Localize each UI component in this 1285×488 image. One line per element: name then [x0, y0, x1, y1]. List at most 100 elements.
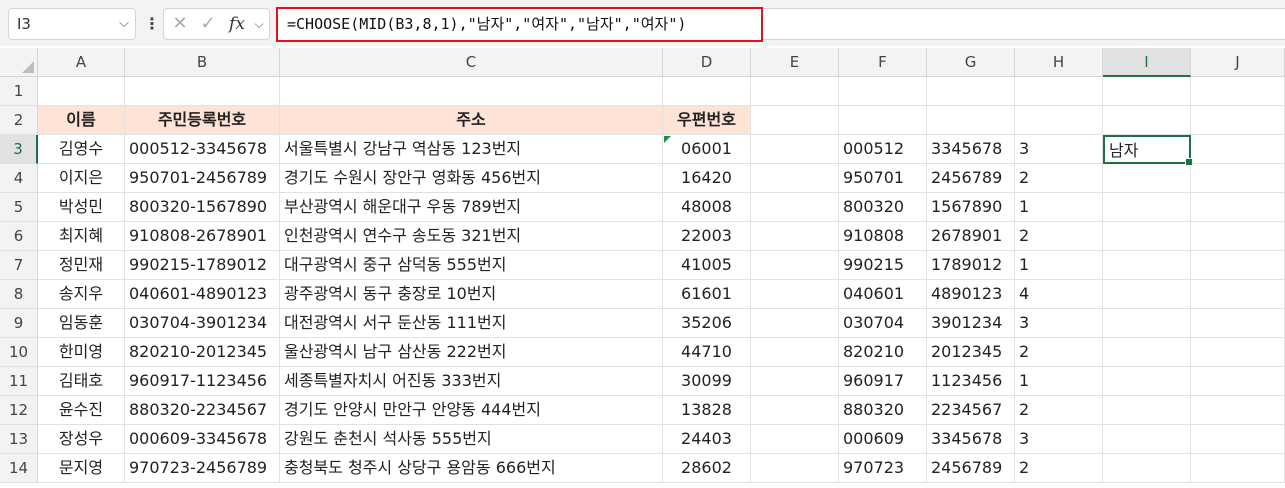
row-header-14[interactable]: 14 [0, 454, 38, 483]
cell-name[interactable]: 정민재 [38, 251, 125, 280]
row-header-13[interactable]: 13 [0, 425, 38, 454]
column-header-e[interactable]: E [751, 48, 839, 77]
cell-id-tail[interactable]: 3901234 [927, 309, 1015, 338]
row-header-8[interactable]: 8 [0, 280, 38, 309]
row-header-1[interactable]: 1 [0, 77, 38, 106]
grid-cell[interactable] [751, 367, 839, 396]
cell-zip[interactable]: 44710 [663, 338, 751, 367]
cell-rrn[interactable]: 030704-3901234 [125, 309, 280, 338]
cell-zip[interactable]: 41005 [663, 251, 751, 280]
cell-rrn[interactable]: 910808-2678901 [125, 222, 280, 251]
row-header-5[interactable]: 5 [0, 193, 38, 222]
cell-id-tail[interactable]: 2456789 [927, 164, 1015, 193]
column-header-j[interactable]: J [1191, 48, 1285, 77]
cell-birth[interactable]: 950701 [839, 164, 927, 193]
cell-name[interactable]: 최지혜 [38, 222, 125, 251]
cell-rrn[interactable]: 950701-2456789 [125, 164, 280, 193]
header-rrn[interactable]: 주민등록번호 [125, 106, 280, 135]
cell-name[interactable]: 문지영 [38, 454, 125, 483]
grid-cell[interactable] [1191, 338, 1285, 367]
cell-address[interactable]: 인천광역시 연수구 송도동 321번지 [280, 222, 663, 251]
cell-rrn[interactable]: 820210-2012345 [125, 338, 280, 367]
formula-input-area[interactable] [763, 8, 1285, 40]
cell-zip[interactable]: 35206 [663, 309, 751, 338]
cell-gender-digit[interactable]: 1 [1015, 193, 1103, 222]
cell-gender-digit[interactable]: 2 [1015, 454, 1103, 483]
cell-address[interactable]: 부산광역시 해운대구 우동 789번지 [280, 193, 663, 222]
cell-birth[interactable]: 970723 [839, 454, 927, 483]
grid-cell[interactable] [1191, 309, 1285, 338]
cell-id-tail[interactable]: 3345678 [927, 135, 1015, 164]
cell-birth[interactable]: 040601 [839, 280, 927, 309]
grid-cell[interactable] [38, 77, 125, 106]
select-all-button[interactable] [0, 48, 38, 77]
grid-cell[interactable] [751, 106, 839, 135]
cell-rrn[interactable]: 040601-4890123 [125, 280, 280, 309]
grid-cell[interactable] [751, 280, 839, 309]
cell-birth[interactable]: 910808 [839, 222, 927, 251]
cell-name[interactable]: 송지우 [38, 280, 125, 309]
cell-address[interactable]: 대전광역시 서구 둔산동 111번지 [280, 309, 663, 338]
row-header-9[interactable]: 9 [0, 309, 38, 338]
cell-gender-digit[interactable]: 2 [1015, 164, 1103, 193]
grid-cell[interactable] [1015, 77, 1103, 106]
cell-name[interactable]: 장성우 [38, 425, 125, 454]
grid-cell[interactable] [1103, 280, 1191, 309]
header-zip[interactable]: 우편번호 [663, 106, 751, 135]
grid-cell[interactable] [1103, 106, 1191, 135]
cell-address[interactable]: 경기도 수원시 장안구 영화동 456번지 [280, 164, 663, 193]
cell-rrn[interactable]: 800320-1567890 [125, 193, 280, 222]
header-name[interactable]: 이름 [38, 106, 125, 135]
grid-cell[interactable] [1103, 396, 1191, 425]
cell-id-tail[interactable]: 2456789 [927, 454, 1015, 483]
grid-cell[interactable] [1103, 425, 1191, 454]
column-header-c[interactable]: C [280, 48, 663, 77]
cell-address[interactable]: 경기도 안양시 만안구 안양동 444번지 [280, 396, 663, 425]
cell-zip[interactable]: 48008 [663, 193, 751, 222]
row-header-11[interactable]: 11 [0, 367, 38, 396]
row-header-7[interactable]: 7 [0, 251, 38, 280]
grid-cell[interactable] [1103, 164, 1191, 193]
grid-cell[interactable] [1191, 77, 1285, 106]
cell-gender-digit[interactable]: 3 [1015, 135, 1103, 164]
column-header-a[interactable]: A [38, 48, 125, 77]
grid-cell[interactable] [1191, 280, 1285, 309]
grid-cell[interactable] [1191, 222, 1285, 251]
cell-birth[interactable]: 990215 [839, 251, 927, 280]
grid-cell[interactable] [1191, 193, 1285, 222]
cell-zip[interactable]: 30099 [663, 367, 751, 396]
grid-cell[interactable] [1103, 338, 1191, 367]
cell-address[interactable]: 대구광역시 중구 삼덕동 555번지 [280, 251, 663, 280]
cell-gender-digit[interactable]: 3 [1015, 309, 1103, 338]
grid-cell[interactable] [751, 251, 839, 280]
grid-cell[interactable] [751, 164, 839, 193]
column-header-d[interactable]: D [663, 48, 751, 77]
cell-id-tail[interactable]: 1123456 [927, 367, 1015, 396]
name-box[interactable]: I3 ⌵ [8, 8, 136, 40]
cell-gender-digit[interactable]: 1 [1015, 367, 1103, 396]
cell-address[interactable]: 서울특별시 강남구 역삼동 123번지 [280, 135, 663, 164]
cell-birth[interactable]: 000609 [839, 425, 927, 454]
grid-cell[interactable] [280, 77, 663, 106]
grid-cell[interactable] [839, 77, 927, 106]
cell-rrn[interactable]: 970723-2456789 [125, 454, 280, 483]
cell-birth[interactable]: 800320 [839, 193, 927, 222]
active-cell-gender[interactable]: 남자 [1103, 135, 1193, 166]
insert-function-icon[interactable]: fx [224, 9, 250, 39]
row-header-2[interactable]: 2 [0, 106, 38, 135]
cell-rrn[interactable]: 000609-3345678 [125, 425, 280, 454]
grid-cell[interactable] [1191, 396, 1285, 425]
cell-zip[interactable]: 06001 [663, 135, 751, 164]
cell-address[interactable]: 강원도 춘천시 석사동 555번지 [280, 425, 663, 454]
cell-rrn[interactable]: 960917-1123456 [125, 367, 280, 396]
grid-cell[interactable] [751, 454, 839, 483]
cell-rrn[interactable]: 880320-2234567 [125, 396, 280, 425]
cancel-icon[interactable]: ✕ [168, 9, 192, 39]
check-icon[interactable]: ✓ [196, 9, 220, 39]
grid-cell[interactable] [751, 222, 839, 251]
cell-zip[interactable]: 13828 [663, 396, 751, 425]
cell-birth[interactable]: 000512 [839, 135, 927, 164]
grid-cell[interactable] [1103, 367, 1191, 396]
chevron-down-icon[interactable]: ⌵ [250, 9, 268, 39]
grid-cell[interactable] [1103, 193, 1191, 222]
